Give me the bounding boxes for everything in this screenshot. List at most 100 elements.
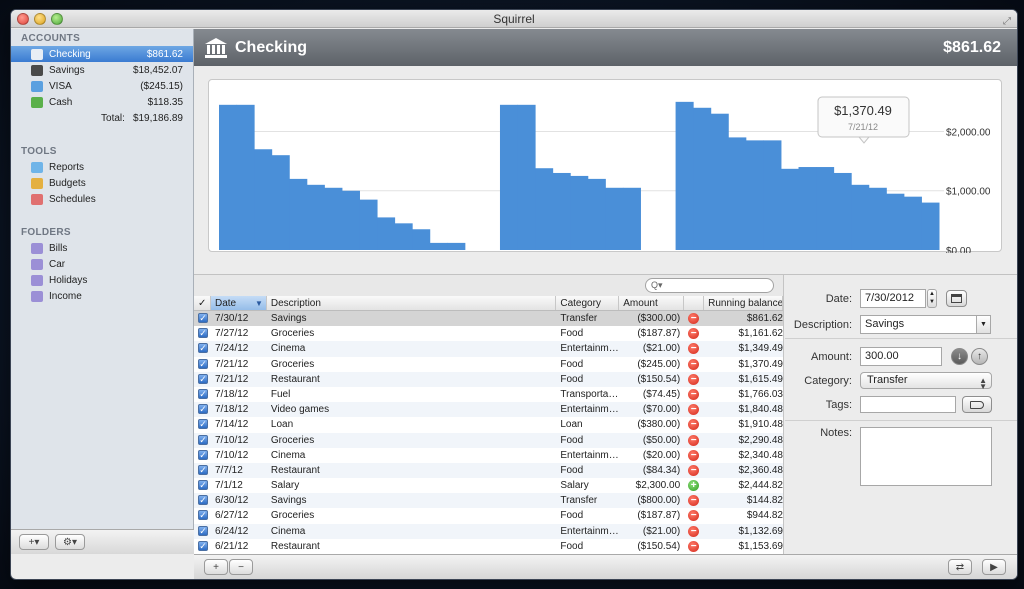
column-header-category[interactable]: Category xyxy=(556,296,620,310)
checkbox-icon[interactable]: ✓ xyxy=(198,434,208,445)
checkbox-icon[interactable]: ✓ xyxy=(198,373,208,384)
table-row[interactable]: ✓ 7/1/12 Salary Salary $2,300.00 + $2,444.82 xyxy=(194,478,783,493)
row-checkbox[interactable]: ✓ xyxy=(194,478,211,493)
balance-bar[interactable] xyxy=(605,187,624,250)
table-row[interactable]: ✓ 7/30/12 Savings Transfer ($300.00) − $861.62 xyxy=(194,311,783,327)
date-stepper[interactable]: ▲ ▼ xyxy=(927,289,937,308)
table-row[interactable]: ✓ 7/27/12 Groceries Food ($187.87) − $1,161.62 xyxy=(194,326,783,341)
row-checkbox[interactable]: ✓ xyxy=(194,524,211,539)
sidebar-item-checking[interactable]: Checking $861.62 xyxy=(11,46,193,62)
balance-bar[interactable] xyxy=(324,187,343,250)
checkbox-icon[interactable]: ✓ xyxy=(198,313,208,323)
sidebar-item-savings[interactable]: Savings $18,452.07 xyxy=(11,62,193,78)
row-checkbox[interactable]: ✓ xyxy=(194,539,211,554)
checkbox-icon[interactable]: ✓ xyxy=(198,449,208,460)
sidebar-item-car[interactable]: Car xyxy=(11,256,193,272)
balance-bar[interactable] xyxy=(394,223,413,250)
balance-bar[interactable] xyxy=(622,187,641,250)
row-checkbox[interactable]: ✓ xyxy=(194,417,211,432)
amount-field[interactable]: 300.00 xyxy=(860,347,942,366)
row-checkbox[interactable]: ✓ xyxy=(194,326,211,341)
balance-bar[interactable] xyxy=(359,199,378,250)
checkbox-icon[interactable]: ✓ xyxy=(198,525,208,536)
balance-bar[interactable] xyxy=(236,104,255,250)
chevron-down-icon[interactable]: ▼ xyxy=(976,316,990,333)
balance-bar[interactable] xyxy=(254,149,273,250)
balance-bar[interactable] xyxy=(745,140,764,250)
row-checkbox[interactable]: ✓ xyxy=(194,311,211,326)
tag-button[interactable] xyxy=(962,396,992,413)
close-window-button[interactable] xyxy=(17,13,29,25)
balance-bar[interactable] xyxy=(798,167,817,250)
checkbox-icon[interactable]: ✓ xyxy=(198,464,208,475)
notes-field[interactable] xyxy=(860,427,992,486)
sidebar-item-visa[interactable]: VISA ($245.15) xyxy=(11,78,193,94)
row-checkbox[interactable]: ✓ xyxy=(194,387,211,402)
row-checkbox[interactable]: ✓ xyxy=(194,341,211,356)
table-row[interactable]: ✓ 6/21/12 Restaurant Food ($150.54) − $1,153.6… xyxy=(194,539,783,554)
balance-bar[interactable] xyxy=(412,229,431,250)
row-checkbox[interactable]: ✓ xyxy=(194,357,211,372)
balance-bar[interactable] xyxy=(728,137,747,250)
table-row[interactable]: ✓ 7/18/12 Fuel Transporta… ($74.45) − $1,766.0… xyxy=(194,387,783,402)
table-row[interactable]: ✓ 7/10/12 Groceries Food ($50.00) − $2,290.48 xyxy=(194,432,783,448)
column-header-date[interactable]: Date ▼ xyxy=(210,296,267,310)
date-field[interactable]: 7/30/2012 xyxy=(860,289,926,308)
checkbox-icon[interactable]: ✓ xyxy=(198,404,208,415)
balance-bar[interactable] xyxy=(780,168,800,250)
table-row[interactable]: ✓ 6/24/12 Cinema Entertainm… ($21.00) − $1,132… xyxy=(194,523,783,539)
column-header-checked[interactable]: ✓ xyxy=(194,296,211,310)
row-checkbox[interactable]: ✓ xyxy=(194,402,211,417)
table-row[interactable]: ✓ 7/18/12 Video games Entertainm… ($70.00) − $… xyxy=(194,402,783,418)
balance-bar[interactable] xyxy=(587,178,606,250)
balance-bar[interactable] xyxy=(816,167,835,250)
slideshow-icon[interactable]: ▶ xyxy=(982,559,1006,575)
checkbox-icon[interactable]: ✓ xyxy=(198,480,208,491)
balance-bar[interactable] xyxy=(833,172,852,250)
balance-bar[interactable] xyxy=(868,187,887,250)
checkbox-icon[interactable]: ✓ xyxy=(198,388,208,399)
checkbox-icon[interactable]: ✓ xyxy=(198,495,208,506)
table-row[interactable]: ✓ 7/14/12 Loan Loan ($380.00) − $1,910.48 xyxy=(194,417,783,432)
balance-bar[interactable] xyxy=(535,168,554,250)
sidebar-item-income[interactable]: Income xyxy=(11,288,193,304)
balance-bar[interactable] xyxy=(552,172,571,250)
balance-bar[interactable] xyxy=(693,107,712,251)
table-row[interactable]: ✓ 7/21/12 Restaurant Food ($150.54) − $1,615.4… xyxy=(194,371,783,387)
balance-bar[interactable] xyxy=(306,184,325,250)
checkbox-icon[interactable]: ✓ xyxy=(198,358,208,369)
column-header-running-balance[interactable]: Running balance xyxy=(704,296,783,310)
description-combo[interactable]: Savings ▼ xyxy=(860,315,991,334)
balance-bar[interactable] xyxy=(886,193,905,250)
zoom-window-button[interactable] xyxy=(51,13,63,25)
table-row[interactable]: ✓ 7/21/12 Groceries Food ($245.00) − $1,370.49 xyxy=(194,357,783,372)
balance-bar[interactable] xyxy=(499,104,519,250)
balance-bar[interactable] xyxy=(377,217,396,250)
sidebar-item-holidays[interactable]: Holidays xyxy=(11,272,193,288)
sidebar-item-bills[interactable]: Bills xyxy=(11,240,193,256)
balance-bar[interactable] xyxy=(921,202,940,250)
gear-menu-button[interactable]: ⚙▾ xyxy=(55,534,85,550)
balance-bar[interactable] xyxy=(271,155,290,250)
add-transaction-button[interactable]: + xyxy=(204,559,228,575)
row-checkbox[interactable]: ✓ xyxy=(194,508,211,523)
balance-bar[interactable] xyxy=(675,101,694,250)
balance-bar[interactable] xyxy=(710,113,729,250)
balance-bar[interactable] xyxy=(429,242,448,250)
balance-bar[interactable] xyxy=(517,104,536,250)
minimize-window-button[interactable] xyxy=(34,13,46,25)
search-input[interactable]: Q▾ xyxy=(645,278,774,293)
transfer-icon[interactable]: ⇄ xyxy=(948,559,972,575)
sidebar-item-budgets[interactable]: Budgets xyxy=(11,175,193,191)
table-row[interactable]: ✓ 6/27/12 Groceries Food ($187.87) − $944.82 xyxy=(194,508,783,523)
balance-bar[interactable] xyxy=(447,242,466,250)
balance-bar[interactable] xyxy=(763,140,782,250)
balance-bar[interactable] xyxy=(570,175,589,250)
table-row[interactable]: ✓ 7/7/12 Restaurant Food ($84.34) − $2,360.48 xyxy=(194,462,783,479)
checkbox-icon[interactable]: ✓ xyxy=(198,540,208,551)
table-row[interactable]: ✓ 7/24/12 Cinema Entertainm… ($21.00) − $1,349… xyxy=(194,341,783,357)
calendar-picker-button[interactable] xyxy=(946,290,967,307)
sidebar-item-schedules[interactable]: Schedules xyxy=(11,191,193,207)
checkbox-icon[interactable]: ✓ xyxy=(198,328,208,339)
withdrawal-toggle-icon[interactable]: ↓ xyxy=(951,348,968,365)
